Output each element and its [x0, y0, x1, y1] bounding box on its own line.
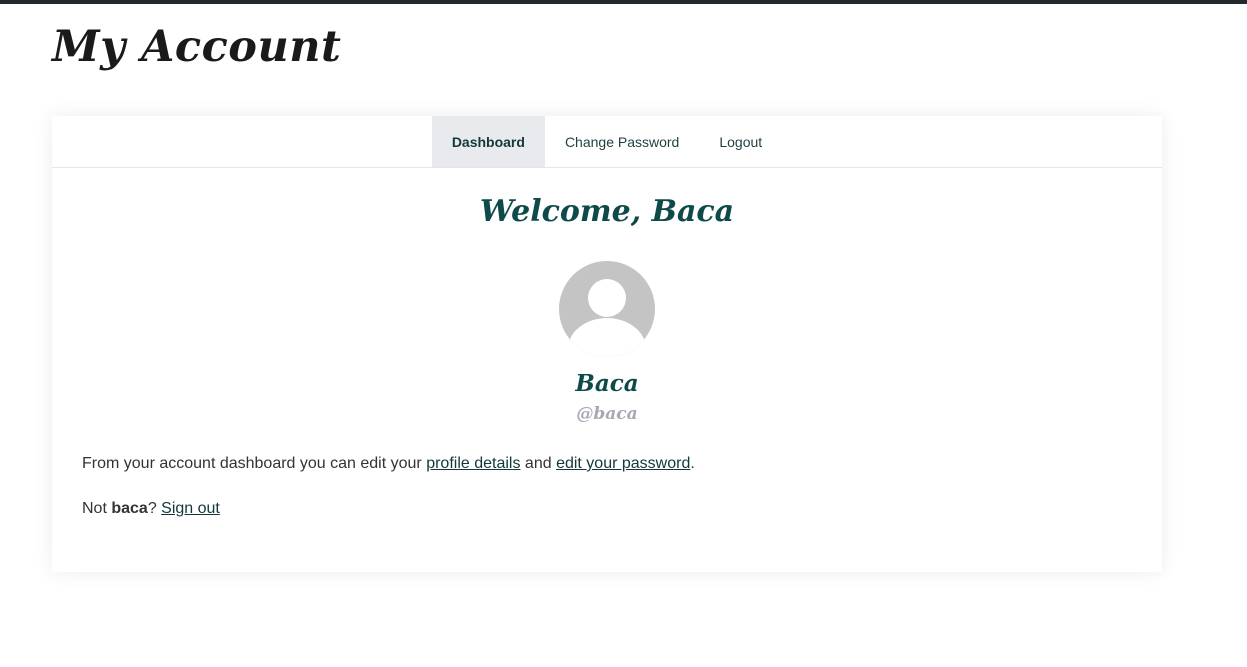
- welcome-heading: Welcome, Baca: [479, 194, 735, 229]
- default-user-avatar-icon: [559, 261, 655, 357]
- not-prefix: Not: [82, 500, 112, 517]
- sign-out-link[interactable]: Sign out: [161, 500, 220, 517]
- tab-logout[interactable]: Logout: [699, 116, 782, 167]
- avatar-body-shape: [568, 318, 646, 357]
- edit-password-link[interactable]: edit your password: [556, 455, 690, 472]
- profile-details-link[interactable]: profile details: [426, 455, 520, 472]
- intro-text-before: From your account dashboard you can edit…: [82, 455, 427, 472]
- account-card: Dashboard Change Password Logout Welcome…: [52, 116, 1162, 572]
- page-title: My Account: [52, 22, 342, 72]
- account-tabs: Dashboard Change Password Logout: [52, 116, 1162, 168]
- dashboard-intro: From your account dashboard you can edit…: [82, 455, 695, 473]
- intro-text-middle: and: [520, 455, 557, 472]
- avatar-head-shape: [588, 279, 626, 317]
- not-user-name: baca: [111, 500, 148, 517]
- top-bar: [0, 0, 1247, 4]
- not-user-line: Not baca? Sign out: [82, 500, 220, 518]
- display-name: Baca: [575, 370, 639, 397]
- tab-change-password[interactable]: Change Password: [545, 116, 699, 167]
- username: @baca: [576, 404, 638, 424]
- intro-text-after: .: [690, 455, 695, 472]
- tab-dashboard[interactable]: Dashboard: [431, 116, 545, 167]
- not-suffix: ?: [147, 500, 162, 517]
